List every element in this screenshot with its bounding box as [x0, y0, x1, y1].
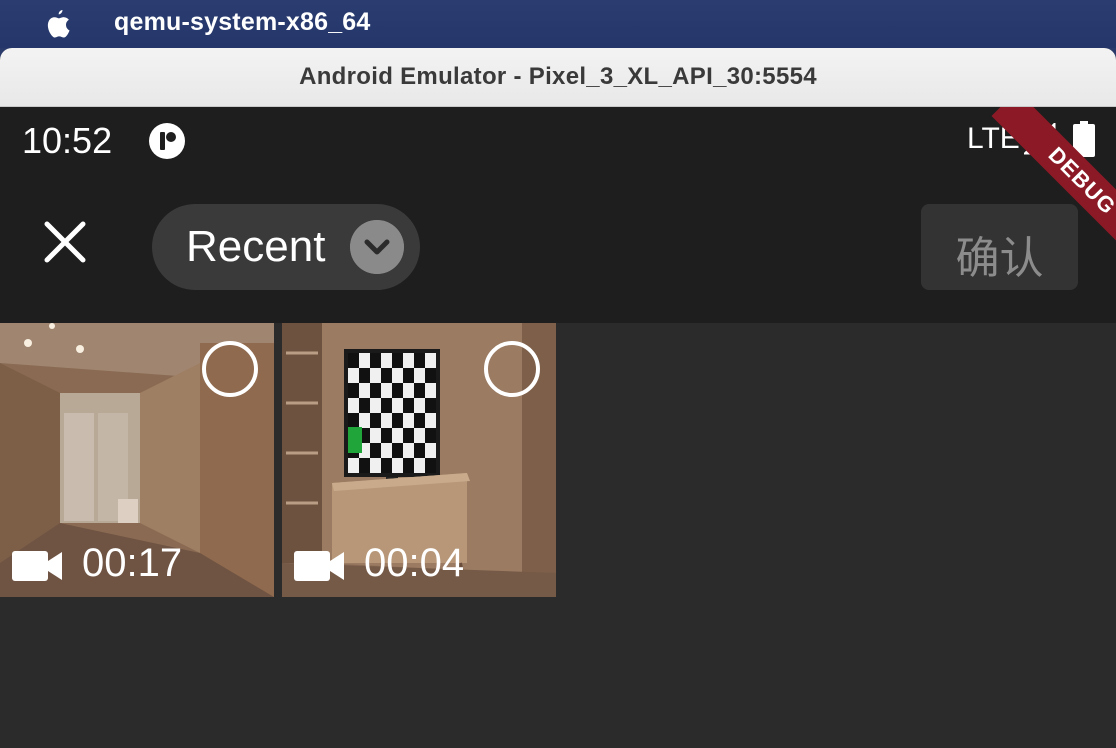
- battery-icon: [1073, 121, 1095, 157]
- android-screen: 10:52 LTE Recent 确认 DEBUG 00:17 00:04: [0, 107, 1116, 748]
- close-icon[interactable]: [34, 211, 96, 273]
- status-time: 10:52: [22, 120, 113, 161]
- status-bar: 10:52 LTE: [0, 107, 1116, 171]
- select-checkbox[interactable]: [484, 341, 540, 397]
- window-titlebar[interactable]: Android Emulator - Pixel_3_XL_API_30:555…: [0, 48, 1116, 107]
- media-thumbnail[interactable]: 00:04: [282, 323, 556, 597]
- album-label: Recent: [186, 222, 326, 271]
- video-camera-icon: [294, 551, 344, 581]
- video-duration: 00:04: [364, 541, 465, 585]
- chevron-down-icon: [350, 220, 404, 274]
- confirm-button[interactable]: 确认: [921, 204, 1078, 290]
- media-grid: 00:17 00:04: [0, 323, 1116, 748]
- media-thumbnail[interactable]: 00:17: [0, 323, 274, 597]
- video-duration: 00:17: [82, 541, 183, 585]
- select-checkbox[interactable]: [202, 341, 258, 397]
- signal-icon: [1024, 123, 1056, 155]
- video-camera-icon: [12, 551, 62, 581]
- notification-app-icon: [149, 123, 185, 159]
- app-name[interactable]: qemu-system-x86_64: [114, 8, 371, 37]
- network-type: LTE: [967, 122, 1020, 155]
- window-title: Android Emulator - Pixel_3_XL_API_30:555…: [299, 63, 817, 90]
- picker-toolbar: Recent 确认: [0, 171, 1116, 323]
- album-selector[interactable]: Recent: [152, 204, 420, 290]
- mac-menubar: qemu-system-x86_64: [0, 0, 1116, 48]
- emulator-window: Android Emulator - Pixel_3_XL_API_30:555…: [0, 48, 1116, 748]
- confirm-label: 确认: [955, 234, 1044, 283]
- apple-icon[interactable]: [42, 8, 72, 40]
